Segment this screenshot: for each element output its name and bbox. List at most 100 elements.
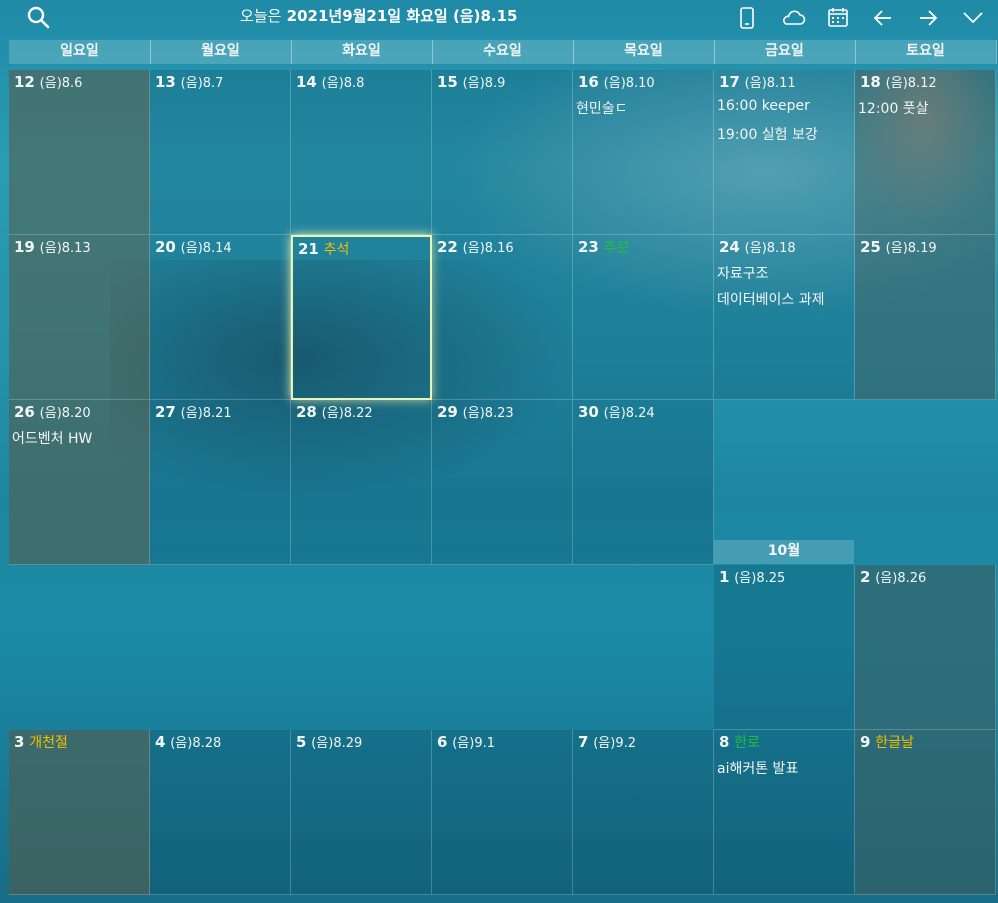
event-item[interactable]: ai해커톤 발표	[717, 758, 798, 778]
calendar-icon[interactable]	[823, 3, 853, 33]
day-cell-7[interactable]: 19 (음)8.13	[9, 235, 150, 400]
day-label: 18 (음)8.12	[860, 72, 937, 91]
day-label: 14 (음)8.8	[296, 72, 364, 91]
holiday-label: 추분	[603, 240, 630, 256]
day-number: 9	[860, 733, 871, 751]
day-label: 21 추석	[298, 239, 349, 259]
day-cell-14[interactable]: 26 (음)8.20 어드벤처 HW	[9, 400, 150, 565]
arrow-right-icon[interactable]	[913, 3, 943, 33]
day-number: 17	[719, 73, 740, 91]
day-number: 22	[437, 238, 458, 256]
day-label: 23 추분	[578, 237, 629, 257]
day-number: 30	[578, 403, 599, 421]
today-date: 2021년9월21일 화요일 (음)8.15	[286, 7, 518, 25]
day-label: 30 (음)8.24	[578, 402, 655, 421]
lunar-date: (음)8.28	[170, 736, 222, 751]
day-cell-16[interactable]: 28 (음)8.22	[291, 400, 432, 565]
month-label-october: 10월	[714, 540, 854, 564]
day-cell-19[interactable]: 1 (음)8.25	[714, 565, 855, 730]
day-cell-25[interactable]: 7 (음)9.2	[573, 730, 714, 895]
day-number: 26	[14, 403, 35, 421]
day-cell-12[interactable]: 24 (음)8.18 자료구조데이터베이스 과제	[714, 235, 855, 400]
day-number: 5	[296, 733, 307, 751]
day-number: 28	[296, 403, 317, 421]
weekday-thursday: 목요일	[573, 40, 715, 64]
lunar-date: (음)8.10	[603, 76, 655, 91]
day-cell-3[interactable]: 15 (음)8.9	[432, 70, 573, 235]
day-label: 13 (음)8.7	[155, 72, 223, 91]
day-cell-18[interactable]: 30 (음)8.24	[573, 400, 714, 565]
arrow-left-icon[interactable]	[868, 3, 898, 33]
day-cell-1[interactable]: 13 (음)8.7	[150, 70, 291, 235]
day-cell-17[interactable]: 29 (음)8.23	[432, 400, 573, 565]
lunar-date: (음)8.26	[875, 571, 927, 586]
phone-icon[interactable]	[732, 3, 762, 33]
day-number: 21	[298, 240, 319, 258]
day-number: 20	[155, 238, 176, 256]
event-item[interactable]: 현민술ㄷ	[576, 98, 628, 118]
search-icon[interactable]	[24, 3, 54, 33]
holiday-label: 한로	[734, 735, 760, 751]
top-bar: 오늘은 2021년9월21일 화요일 (음)8.15	[0, 0, 998, 38]
day-label: 9 한글날	[860, 732, 914, 752]
day-number: 6	[437, 733, 448, 751]
day-cell-23[interactable]: 5 (음)8.29	[291, 730, 432, 895]
day-cell-27[interactable]: 9 한글날	[855, 730, 996, 895]
day-label: 27 (음)8.21	[155, 402, 232, 421]
event-item[interactable]: 데이터베이스 과제	[717, 289, 825, 309]
lunar-date: (음)8.8	[321, 76, 365, 91]
event-item[interactable]: 16:00 keeper	[717, 98, 810, 114]
chevron-down-icon[interactable]	[958, 3, 988, 33]
day-cell-15[interactable]: 27 (음)8.21	[150, 400, 291, 565]
weekday-tuesday: 화요일	[291, 40, 433, 64]
day-cell-21[interactable]: 3 개천절	[9, 730, 150, 895]
day-label: 12 (음)8.6	[14, 72, 82, 91]
day-cell-11[interactable]: 23 추분	[573, 235, 714, 400]
day-cell-10[interactable]: 22 (음)8.16	[432, 235, 573, 400]
day-cell-26[interactable]: 8 한로 ai해커톤 발표	[714, 730, 855, 895]
lunar-date: (음)8.24	[603, 406, 655, 421]
day-label: 1 (음)8.25	[719, 567, 785, 586]
holiday-label: 개천절	[29, 735, 68, 751]
day-label: 26 (음)8.20	[14, 402, 91, 421]
lunar-date: (음)8.25	[734, 571, 786, 586]
day-cell-6[interactable]: 18 (음)8.12 12:00 풋살	[855, 70, 996, 235]
lunar-date: (음)8.21	[180, 406, 232, 421]
day-cell-20[interactable]: 2 (음)8.26	[855, 565, 996, 730]
day-cell-4[interactable]: 16 (음)8.10 현민술ㄷ	[573, 70, 714, 235]
day-number: 1	[719, 568, 730, 586]
event-item[interactable]: 19:00 실험 보강	[717, 124, 818, 144]
lunar-date: (음)9.2	[593, 736, 636, 751]
day-cell-8[interactable]: 20 (음)8.14	[150, 235, 291, 400]
day-label: 24 (음)8.18	[719, 237, 796, 256]
day-cell-9[interactable]: 21 추석	[291, 235, 432, 400]
day-cell-0[interactable]: 12 (음)8.6	[9, 70, 150, 235]
day-cell-22[interactable]: 4 (음)8.28	[150, 730, 291, 895]
day-cell-13[interactable]: 25 (음)8.19	[855, 235, 996, 400]
lunar-date: (음)8.19	[885, 241, 937, 256]
day-number: 4	[155, 733, 166, 751]
day-number: 25	[860, 238, 881, 256]
holiday-label: 추석	[323, 242, 350, 258]
day-label: 5 (음)8.29	[296, 732, 362, 751]
lunar-date: (음)8.12	[885, 76, 937, 91]
event-item[interactable]: 어드벤처 HW	[12, 428, 92, 448]
event-item[interactable]: 자료구조	[717, 263, 769, 283]
lunar-date: (음)9.1	[452, 736, 495, 751]
lunar-date: (음)8.20	[39, 406, 91, 421]
cloud-icon[interactable]	[778, 3, 808, 33]
lunar-date: (음)8.16	[462, 241, 514, 256]
day-number: 29	[437, 403, 458, 421]
day-number: 12	[14, 73, 35, 91]
day-cell-5[interactable]: 17 (음)8.11 16:00 keeper 19:00 실험 보강	[714, 70, 855, 235]
day-number: 2	[860, 568, 871, 586]
day-label: 17 (음)8.11	[719, 72, 796, 91]
day-label: 15 (음)8.9	[437, 72, 505, 91]
day-number: 8	[719, 733, 730, 751]
day-cell-24[interactable]: 6 (음)9.1	[432, 730, 573, 895]
lunar-date: (음)8.11	[744, 76, 796, 91]
event-item[interactable]: 12:00 풋살	[858, 98, 929, 118]
day-cell-2[interactable]: 14 (음)8.8	[291, 70, 432, 235]
day-number: 24	[719, 238, 740, 256]
day-number: 15	[437, 73, 458, 91]
